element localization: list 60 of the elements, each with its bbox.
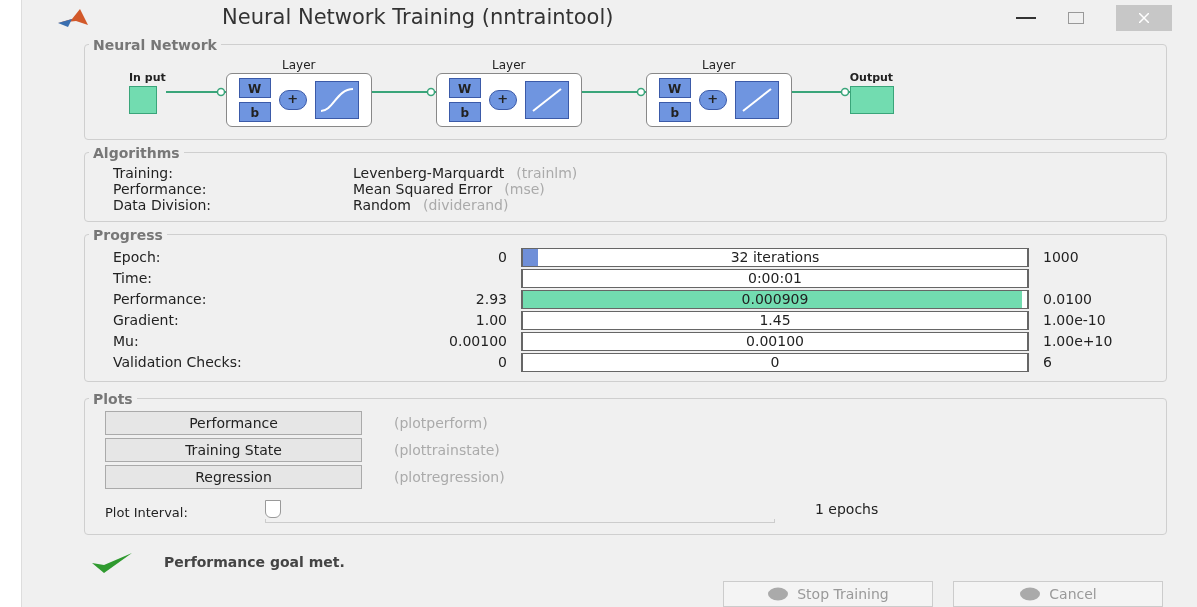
input-node bbox=[129, 86, 157, 115]
sum-node: + bbox=[698, 90, 727, 110]
bias-box: b bbox=[658, 102, 691, 122]
progress-label: Gradient: bbox=[113, 311, 180, 330]
output-node bbox=[849, 86, 894, 115]
progress-end-value: 6 bbox=[1043, 353, 1053, 372]
algorithm-label: Training: bbox=[113, 165, 174, 181]
progress-end-value: 1000 bbox=[1043, 248, 1080, 267]
status-message: Performance goal met. bbox=[164, 552, 345, 572]
interval-slider[interactable] bbox=[265, 500, 775, 526]
progress-label: Validation Checks: bbox=[113, 353, 243, 372]
plot-button[interactable]: Regression bbox=[105, 465, 362, 489]
app-logo-icon bbox=[58, 9, 88, 27]
progress-value: 32 iterations bbox=[729, 249, 821, 266]
bias-box: b bbox=[238, 102, 271, 122]
plot-button[interactable]: Performance bbox=[105, 411, 362, 435]
progress-label: Time: bbox=[113, 269, 153, 288]
progress-start-value: 0.00100 bbox=[448, 332, 507, 351]
layer-label: Layer bbox=[702, 57, 736, 73]
progress-start-value: 0 bbox=[497, 248, 507, 267]
bias-box: b bbox=[448, 102, 481, 122]
maximize-button[interactable] bbox=[1068, 12, 1084, 24]
input-label: In put bbox=[129, 69, 166, 86]
progress-end-value: 1.00e-10 bbox=[1043, 311, 1107, 330]
algorithm-label: Data Division: bbox=[113, 197, 213, 213]
weight-box: W bbox=[238, 78, 271, 98]
plot-interval-reading: 1 epochs bbox=[815, 499, 879, 519]
algorithm-code: (mse) bbox=[504, 181, 545, 197]
algorithm-label: Performance: bbox=[113, 181, 208, 197]
weight-box: W bbox=[448, 78, 481, 98]
algorithm-code: (trainlm) bbox=[516, 165, 578, 181]
plot-function-name: (plotregression) bbox=[394, 467, 505, 487]
plot-button[interactable]: Training State bbox=[105, 438, 362, 462]
progress-value: 0.000909 bbox=[740, 291, 810, 308]
progress-start-value: 1.00 bbox=[474, 311, 507, 330]
progress-end-value: 0.0100 bbox=[1043, 290, 1093, 309]
plot-function-name: (plotperform) bbox=[394, 413, 488, 433]
progress-start-value: 2.93 bbox=[474, 290, 507, 309]
progress-end-value: 1.00e+10 bbox=[1043, 332, 1114, 351]
sum-node: + bbox=[488, 90, 517, 110]
layer-label: Layer bbox=[282, 57, 316, 73]
minimize-button[interactable] bbox=[1016, 17, 1036, 19]
progress-label: Mu: bbox=[113, 332, 140, 351]
algorithm-value: Mean Squared Error bbox=[353, 181, 493, 197]
window-title: Neural Network Training (nntraintool) bbox=[222, 4, 614, 32]
close-button[interactable] bbox=[1116, 5, 1172, 31]
algorithm-value: Random bbox=[353, 197, 411, 213]
close-icon bbox=[1139, 13, 1149, 23]
algorithm-code: (dividerand) bbox=[422, 197, 509, 213]
algorithm-value: Levenberg-Marquardt bbox=[353, 165, 505, 181]
layer-label: Layer bbox=[492, 57, 526, 73]
progress-start-value: 0 bbox=[497, 353, 507, 372]
sum-node: + bbox=[278, 90, 307, 110]
progress-label: Epoch: bbox=[113, 248, 162, 267]
plot-function-name: (plottrainstate) bbox=[394, 440, 500, 460]
output-label: Output bbox=[849, 69, 894, 86]
slider-thumb[interactable] bbox=[265, 500, 281, 518]
plot-interval-label: Plot Interval: bbox=[105, 504, 189, 523]
progress-label: Performance: bbox=[113, 290, 208, 309]
weight-box: W bbox=[658, 78, 691, 98]
